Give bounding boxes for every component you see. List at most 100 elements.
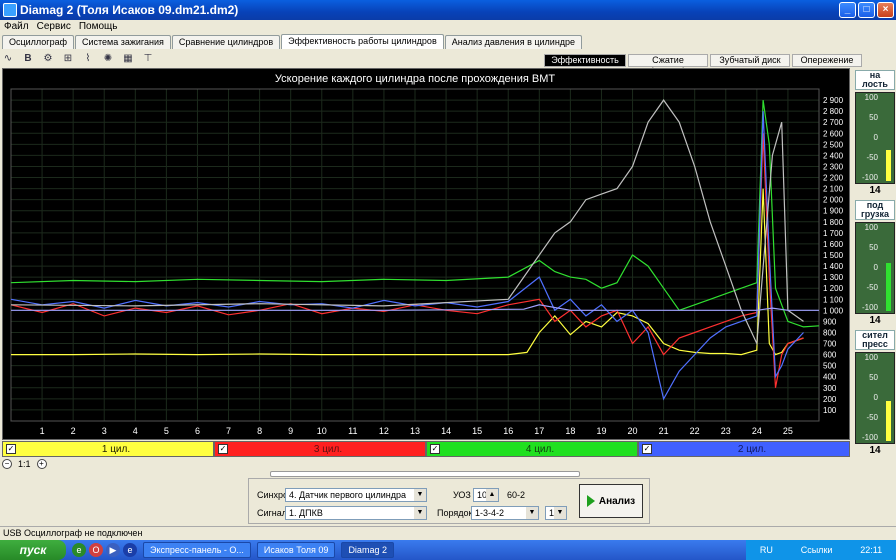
- subtab-advance[interactable]: Опережение: [792, 54, 862, 67]
- signal-select[interactable]: 1. ДПКВ ▼: [285, 506, 427, 520]
- control-panel: Синхро: 4. Датчик первого цилиндра ▼ Сигн…: [248, 478, 650, 524]
- gauge-tick: 50: [869, 113, 878, 122]
- tab-pressure-analysis[interactable]: Анализ давления в цилиндре: [444, 35, 583, 49]
- zoom-bar: − 1:1 +: [0, 458, 850, 470]
- zoom-in-button[interactable]: +: [36, 459, 47, 469]
- gauge-tick: -50: [866, 413, 878, 422]
- tab-cylinder-compare[interactable]: Сравнение цилиндров: [171, 35, 281, 49]
- minimize-button[interactable]: _: [839, 2, 856, 18]
- chart-svg: Ускорение каждого цилиндра после прохожд…: [10, 73, 844, 436]
- tab-cylinder-efficiency[interactable]: Эффективность работы цилиндров: [281, 34, 444, 49]
- task-opera[interactable]: Экспресс-панель - О...: [143, 542, 251, 558]
- x-tick-label: 17: [534, 426, 544, 436]
- x-tick-label: 13: [410, 426, 420, 436]
- sub-tabs: Эффективность Сжатие (дизель) Зубчатый д…: [544, 54, 864, 76]
- status-bar: USB Осциллограф не подключен: [0, 526, 896, 539]
- gear-icon[interactable]: ⚙: [40, 51, 56, 66]
- menu-file[interactable]: Файл: [0, 20, 33, 33]
- gauge-value: 14: [869, 315, 881, 326]
- gauge-tick: 0: [873, 263, 878, 272]
- y-tick-label: 1 600: [823, 240, 844, 249]
- cylinder-2-toggle[interactable]: ✓ 2 цил.: [638, 441, 850, 457]
- uoz-stepper[interactable]: 10 ▲: [473, 488, 499, 502]
- grid-icon[interactable]: ▦: [120, 51, 136, 66]
- menu-service[interactable]: Сервис: [33, 20, 75, 33]
- chevron-down-icon: ▼: [554, 507, 566, 519]
- y-tick-label: 2 600: [823, 129, 844, 138]
- links-toolbar[interactable]: Ссылки: [801, 545, 833, 555]
- trend-icon[interactable]: ⌇: [80, 51, 96, 66]
- axis-icon[interactable]: ⊞: [60, 51, 76, 66]
- waveform-icon[interactable]: ∿: [0, 51, 16, 66]
- scroll-thumb[interactable]: [270, 471, 580, 477]
- y-tick-label: 2 800: [823, 107, 844, 116]
- y-tick-label: 2 900: [823, 96, 844, 105]
- maximize-button[interactable]: □: [858, 2, 875, 18]
- chevron-down-icon: ▼: [414, 489, 426, 501]
- opera-icon[interactable]: O: [89, 543, 103, 557]
- cylinder-label: 1 цил.: [101, 443, 131, 455]
- tab-oscilloscope[interactable]: Осциллограф: [2, 35, 74, 49]
- y-tick-label: 2 200: [823, 174, 844, 183]
- zoom-out-button[interactable]: −: [2, 459, 12, 469]
- signal-value: 1. ДПКВ: [289, 508, 323, 518]
- menu-help[interactable]: Помощь: [75, 20, 122, 33]
- order-num-select[interactable]: 1 ▼: [545, 506, 567, 520]
- cylinder-label: 3 цил.: [313, 443, 343, 455]
- order-select[interactable]: 1-3-4-2 ▼: [471, 506, 539, 520]
- checkbox[interactable]: ✓: [430, 444, 440, 454]
- analyze-button[interactable]: Анализ: [579, 484, 643, 518]
- checkbox[interactable]: ✓: [642, 444, 652, 454]
- filter-icon[interactable]: ✺: [100, 51, 116, 66]
- bold-b-icon[interactable]: B: [20, 51, 36, 66]
- task-label: Исаков Толя 09: [263, 545, 329, 555]
- horizontal-scrollbar[interactable]: [0, 471, 850, 477]
- ie-icon[interactable]: e: [123, 543, 137, 557]
- gauge: под грузка 100 50 0 -50 -100 14: [855, 200, 895, 326]
- gauge-title: сител пресс: [855, 330, 895, 350]
- play-icon: [586, 495, 595, 507]
- y-tick-label: 1 700: [823, 229, 844, 238]
- checkbox[interactable]: ✓: [6, 444, 16, 454]
- y-tick-label: 2 700: [823, 118, 844, 127]
- subtab-toothed-disk[interactable]: Зубчатый диск: [710, 54, 790, 67]
- tab-ignition[interactable]: Система зажигания: [75, 35, 171, 49]
- close-button[interactable]: ×: [877, 2, 894, 18]
- browser-icon[interactable]: e: [72, 543, 86, 557]
- analyze-label: Анализ: [598, 495, 636, 507]
- cylinder-3-toggle[interactable]: ✓ 3 цил.: [214, 441, 426, 457]
- chart-title: Ускорение каждого цилиндра после прохожд…: [275, 73, 555, 85]
- sync-select[interactable]: 4. Датчик первого цилиндра ▼: [285, 488, 427, 502]
- y-tick-label: 1 800: [823, 218, 844, 227]
- marker-icon[interactable]: ⊤: [140, 51, 156, 66]
- gauge-scale: 100 50 0 -50 -100: [856, 93, 878, 185]
- gauge-tick: 100: [864, 353, 878, 362]
- task-folder[interactable]: Исаков Толя 09: [256, 542, 336, 558]
- cylinder-1-toggle[interactable]: ✓ 1 цил.: [2, 441, 214, 457]
- chevron-down-icon: ▼: [414, 507, 426, 519]
- language-indicator[interactable]: RU: [760, 545, 773, 555]
- task-diamag[interactable]: Diamag 2: [341, 542, 394, 558]
- window-title: Diamag 2 (Толя Исаков 09.dm21.dm2): [20, 3, 239, 17]
- sync-value: 4. Датчик первого цилиндра: [289, 490, 407, 500]
- gauge: сител пресс 100 50 0 -50 -100 14: [855, 330, 895, 456]
- y-tick-label: 400: [823, 373, 837, 382]
- gauge-tick: 100: [864, 93, 878, 102]
- cylinder-4-toggle[interactable]: ✓ 4 цил.: [426, 441, 638, 457]
- clock: 22:11: [860, 545, 883, 555]
- x-tick-label: 15: [472, 426, 482, 436]
- efficiency-chart[interactable]: Ускорение каждого цилиндра после прохожд…: [2, 68, 850, 440]
- gauge-scale: 100 50 0 -50 -100: [856, 353, 878, 445]
- gauge-value: 14: [869, 185, 881, 196]
- y-tick-label: 1 200: [823, 284, 844, 293]
- y-tick-label: 700: [823, 340, 837, 349]
- start-button[interactable]: пуск: [0, 540, 66, 560]
- subtab-efficiency[interactable]: Эффективность: [544, 54, 626, 67]
- y-tick-label: 900: [823, 317, 837, 326]
- spin-icon[interactable]: ▲: [486, 489, 498, 501]
- chevron-down-icon: ▼: [526, 507, 538, 519]
- checkbox[interactable]: ✓: [218, 444, 228, 454]
- media-icon[interactable]: ▶: [106, 543, 120, 557]
- subtab-compression[interactable]: Сжатие (дизель): [628, 54, 708, 76]
- x-tick-label: 6: [195, 426, 200, 436]
